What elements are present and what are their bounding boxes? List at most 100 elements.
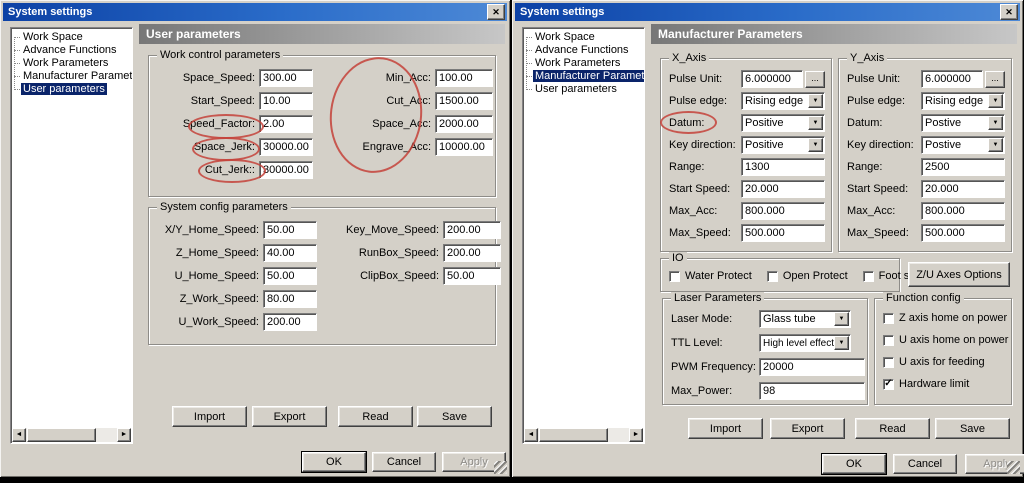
save-button[interactable]: Save xyxy=(935,418,1010,439)
y-key-direction-select[interactable]: Postive▼ xyxy=(921,136,1005,154)
scrollbar-thumb[interactable] xyxy=(539,428,608,442)
checkbox-box[interactable]: ✓ xyxy=(883,379,894,390)
cut-jerk-input[interactable] xyxy=(259,161,313,179)
tree-item-work-space[interactable]: Work Space xyxy=(523,31,644,44)
chevron-down-icon[interactable]: ▼ xyxy=(808,94,823,108)
checkbox-box[interactable] xyxy=(883,335,894,346)
u-work-speed-input[interactable] xyxy=(263,313,317,331)
start-speed-input[interactable] xyxy=(259,92,313,110)
scroll-right-button[interactable]: ► xyxy=(117,428,131,442)
tree-horizontal-scrollbar[interactable]: ◄ ► xyxy=(12,428,131,442)
checkbox-box[interactable] xyxy=(883,357,894,368)
tree-item-work-parameters[interactable]: Work Parameters xyxy=(523,57,644,70)
xy-home-speed-input[interactable] xyxy=(263,221,317,239)
y-start-speed-input[interactable] xyxy=(921,180,1005,198)
y-max-acc-input[interactable] xyxy=(921,202,1005,220)
scroll-left-button[interactable]: ◄ xyxy=(12,428,26,442)
y-datum-select[interactable]: Postive▼ xyxy=(921,114,1005,132)
resize-grip[interactable] xyxy=(494,461,507,474)
chevron-down-icon[interactable]: ▼ xyxy=(988,138,1003,152)
tree-item-work-space[interactable]: Work Space xyxy=(11,31,132,44)
engrave-acc-input[interactable] xyxy=(435,138,493,156)
import-button[interactable]: Import xyxy=(172,406,247,427)
export-button[interactable]: Export xyxy=(770,418,845,439)
export-button[interactable]: Export xyxy=(252,406,327,427)
open-protect-checkbox[interactable]: Open Protect xyxy=(767,270,848,282)
laser-mode-select[interactable]: Glass tube▼ xyxy=(759,310,851,328)
z-axis-home-checkbox[interactable]: Z axis home on power xyxy=(883,312,1011,324)
close-button[interactable]: ✕ xyxy=(1000,4,1018,20)
space-speed-input[interactable] xyxy=(259,69,313,87)
read-button[interactable]: Read xyxy=(338,406,413,427)
scroll-right-button[interactable]: ► xyxy=(629,428,643,442)
max-power-input[interactable] xyxy=(759,382,865,400)
chevron-down-icon[interactable]: ▼ xyxy=(988,116,1003,130)
save-button[interactable]: Save xyxy=(417,406,492,427)
ttl-level-select[interactable]: High level effective▼ xyxy=(759,334,851,352)
read-button[interactable]: Read xyxy=(855,418,930,439)
scrollbar-thumb[interactable] xyxy=(27,428,96,442)
u-home-speed-input[interactable] xyxy=(263,267,317,285)
x-pulse-edge-select[interactable]: Rising edge▼ xyxy=(741,92,825,110)
tree-item-advance-functions[interactable]: Advance Functions xyxy=(11,44,132,57)
cut-acc-input[interactable] xyxy=(435,92,493,110)
tree-item-manufacturer-parameters[interactable]: Manufacturer Parameters xyxy=(11,70,132,83)
zu-axes-options-button[interactable]: Z/U Axes Options xyxy=(908,262,1010,287)
chevron-down-icon[interactable]: ▼ xyxy=(808,138,823,152)
y-range-input[interactable] xyxy=(921,158,1005,176)
y-pulse-unit-input[interactable] xyxy=(921,70,983,88)
group-work-control-parameters: Work control parameters Space_Speed: Sta… xyxy=(148,55,496,197)
clipbox-speed-input[interactable] xyxy=(443,267,501,285)
close-button[interactable]: ✕ xyxy=(487,4,505,20)
tree-horizontal-scrollbar[interactable]: ◄ ► xyxy=(524,428,643,442)
z-work-speed-input[interactable] xyxy=(263,290,317,308)
u-axis-home-checkbox[interactable]: U axis home on power xyxy=(883,334,1011,346)
chevron-down-icon[interactable]: ▼ xyxy=(834,336,849,350)
y-max-speed-input[interactable] xyxy=(921,224,1005,242)
water-protect-checkbox[interactable]: Water Protect xyxy=(669,270,752,282)
titlebar[interactable]: System settings ✕ xyxy=(515,3,1020,21)
x-datum-select[interactable]: Positive▼ xyxy=(741,114,825,132)
titlebar[interactable]: System settings ✕ xyxy=(3,3,507,21)
import-button[interactable]: Import xyxy=(688,418,763,439)
space-jerk-input[interactable] xyxy=(259,138,313,156)
x-max-acc-input[interactable] xyxy=(741,202,825,220)
tree-item-user-parameters[interactable]: User parameters xyxy=(11,83,132,96)
browse-button[interactable]: ... xyxy=(805,71,825,88)
min-acc-input[interactable] xyxy=(435,69,493,87)
checkbox-box[interactable] xyxy=(883,313,894,324)
chevron-down-icon[interactable]: ▼ xyxy=(834,312,849,326)
browse-button[interactable]: ... xyxy=(985,71,1005,88)
scrollbar-track[interactable] xyxy=(26,428,117,442)
tree-item-user-parameters[interactable]: User parameters xyxy=(523,83,644,96)
key-move-speed-input[interactable] xyxy=(443,221,501,239)
checkbox-box[interactable] xyxy=(669,271,680,282)
runbox-speed-input[interactable] xyxy=(443,244,501,262)
scrollbar-track[interactable] xyxy=(538,428,629,442)
x-max-speed-input[interactable] xyxy=(741,224,825,242)
cancel-button[interactable]: Cancel xyxy=(372,452,436,472)
scroll-left-button[interactable]: ◄ xyxy=(524,428,538,442)
hardware-limit-checkbox[interactable]: ✓Hardware limit xyxy=(883,378,1011,390)
x-start-speed-input[interactable] xyxy=(741,180,825,198)
checkbox-box[interactable] xyxy=(767,271,778,282)
tree-item-advance-functions[interactable]: Advance Functions xyxy=(523,44,644,57)
ok-button[interactable]: OK xyxy=(302,452,366,472)
y-pulse-edge-select[interactable]: Rising edge▼ xyxy=(921,92,1005,110)
checkbox-box[interactable] xyxy=(863,271,874,282)
tree-item-manufacturer-parameters[interactable]: Manufacturer Parameters xyxy=(523,70,644,83)
space-acc-input[interactable] xyxy=(435,115,493,133)
pwm-frequency-input[interactable] xyxy=(759,358,865,376)
z-home-speed-input[interactable] xyxy=(263,244,317,262)
x-pulse-unit-input[interactable] xyxy=(741,70,803,88)
chevron-down-icon[interactable]: ▼ xyxy=(988,94,1003,108)
tree-item-work-parameters[interactable]: Work Parameters xyxy=(11,57,132,70)
ok-button[interactable]: OK xyxy=(822,454,886,474)
chevron-down-icon[interactable]: ▼ xyxy=(808,116,823,130)
speed-factor-input[interactable] xyxy=(259,115,313,133)
resize-grip[interactable] xyxy=(1007,461,1020,474)
cancel-button[interactable]: Cancel xyxy=(893,454,957,474)
u-axis-feeding-checkbox[interactable]: U axis for feeding xyxy=(883,356,1011,368)
x-range-input[interactable] xyxy=(741,158,825,176)
x-key-direction-select[interactable]: Positive▼ xyxy=(741,136,825,154)
